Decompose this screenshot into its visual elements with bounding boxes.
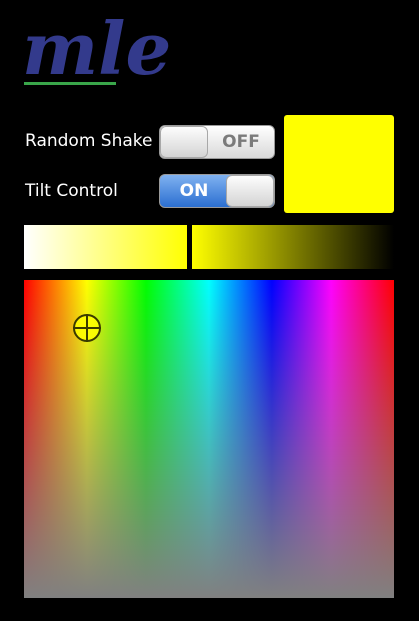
- toggle-knob: [160, 126, 208, 158]
- toggle-state-text: ON: [179, 181, 209, 201]
- random-shake-label: Random Shake: [25, 131, 153, 151]
- brightness-gradient-dark: [192, 225, 394, 269]
- toggle-state-text: OFF: [222, 132, 260, 152]
- tilt-control-toggle[interactable]: ON: [159, 174, 275, 208]
- brightness-slider[interactable]: [24, 221, 394, 273]
- color-picker-cursor-icon[interactable]: [73, 314, 101, 342]
- color-picker-area[interactable]: [24, 280, 394, 598]
- logo-underline: [24, 82, 116, 85]
- brightness-gradient-light: [24, 225, 188, 269]
- selected-color-swatch: [284, 115, 394, 213]
- toggle-knob: [226, 175, 274, 207]
- mle-logo: mle: [22, 8, 171, 90]
- random-shake-toggle[interactable]: OFF: [159, 125, 275, 159]
- logo-text: mle: [22, 8, 171, 90]
- tilt-control-label: Tilt Control: [25, 181, 118, 201]
- brightness-slider-handle[interactable]: [184, 221, 194, 273]
